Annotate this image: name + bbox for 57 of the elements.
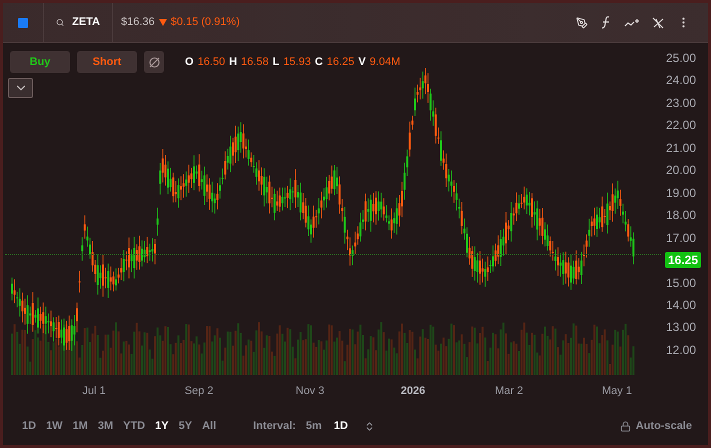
app-icon[interactable]: [18, 18, 28, 28]
date-axis-label: Mar 2: [494, 384, 524, 399]
ohlcv-label: O: [185, 54, 194, 70]
ohlcv-value: 16.25: [326, 54, 354, 70]
ohlcv-value: 9.04M: [370, 54, 400, 70]
short-button[interactable]: Short: [77, 51, 137, 73]
function-icon[interactable]: [601, 16, 611, 29]
range-tab[interactable]: 3M: [94, 418, 118, 434]
range-tab[interactable]: All: [198, 418, 220, 434]
interval-label: Interval:: [253, 418, 296, 434]
price-axis-label: 22.00: [666, 118, 696, 132]
empty-set-icon: [148, 56, 160, 68]
range-tab[interactable]: 1W: [42, 418, 67, 434]
price-axis-label: 12.00: [666, 342, 696, 357]
range-tab[interactable]: 5Y: [174, 418, 196, 434]
ticker-symbol[interactable]: ZETA: [72, 14, 100, 31]
buy-button[interactable]: Buy: [10, 51, 70, 73]
interval-option[interactable]: 1D: [332, 418, 350, 434]
ohlcv-label: H: [229, 54, 238, 70]
collapse-button[interactable]: [8, 78, 33, 98]
date-axis-label: Sep 2: [184, 384, 214, 399]
price-axis-label: 15.00: [666, 276, 696, 290]
search-icon[interactable]: [56, 16, 64, 29]
ohlcv-value: 16.50: [198, 54, 226, 70]
price-axis-label: 13.00: [666, 320, 696, 334]
price-axis-label: 20.00: [666, 163, 696, 178]
date-axis-label: Nov 3: [296, 384, 324, 399]
price-axis-label: 25.00: [666, 51, 696, 65]
ohlcv-label: V: [358, 54, 366, 70]
price-axis-label: 18.00: [666, 208, 696, 222]
current-price-badge: 16.25: [664, 252, 701, 268]
lock-icon: [620, 420, 631, 432]
crossed-lines-icon[interactable]: [652, 16, 664, 28]
range-tab[interactable]: 1Y: [151, 418, 173, 434]
price-change: $0.15 (0.91%): [170, 15, 240, 30]
price-axis-label: 17.00: [666, 230, 696, 245]
ohlcv-value: 16.58: [241, 54, 269, 70]
price-axis-label: 24.00: [666, 73, 696, 88]
hide-indicators-button[interactable]: [144, 51, 164, 73]
date-axis-label: May 1: [602, 384, 632, 399]
price-axis-label: 19.00: [666, 186, 696, 200]
price-axis-label: 23.00: [666, 96, 696, 110]
ohlcv-label: L: [272, 54, 280, 70]
auto-scale-toggle[interactable]: Auto-scale: [636, 418, 692, 434]
price-axis-label: 14.00: [666, 298, 696, 312]
date-axis-label: Jul 1: [82, 384, 106, 399]
price-axis-label: 21.00: [666, 140, 696, 155]
date-axis-label: 2026: [400, 384, 426, 399]
stock-price: $16.36: [121, 15, 155, 30]
trend-plus-icon[interactable]: [624, 18, 639, 28]
range-tab[interactable]: 1M: [68, 418, 92, 434]
ohlcv-value: 15.93: [283, 54, 311, 70]
ohlcv-label: C: [314, 54, 323, 70]
pen-icon[interactable]: [576, 16, 588, 28]
range-tab[interactable]: 1D: [18, 418, 40, 434]
range-tab[interactable]: YTD: [119, 418, 150, 434]
interval-option[interactable]: 5m: [304, 418, 324, 434]
